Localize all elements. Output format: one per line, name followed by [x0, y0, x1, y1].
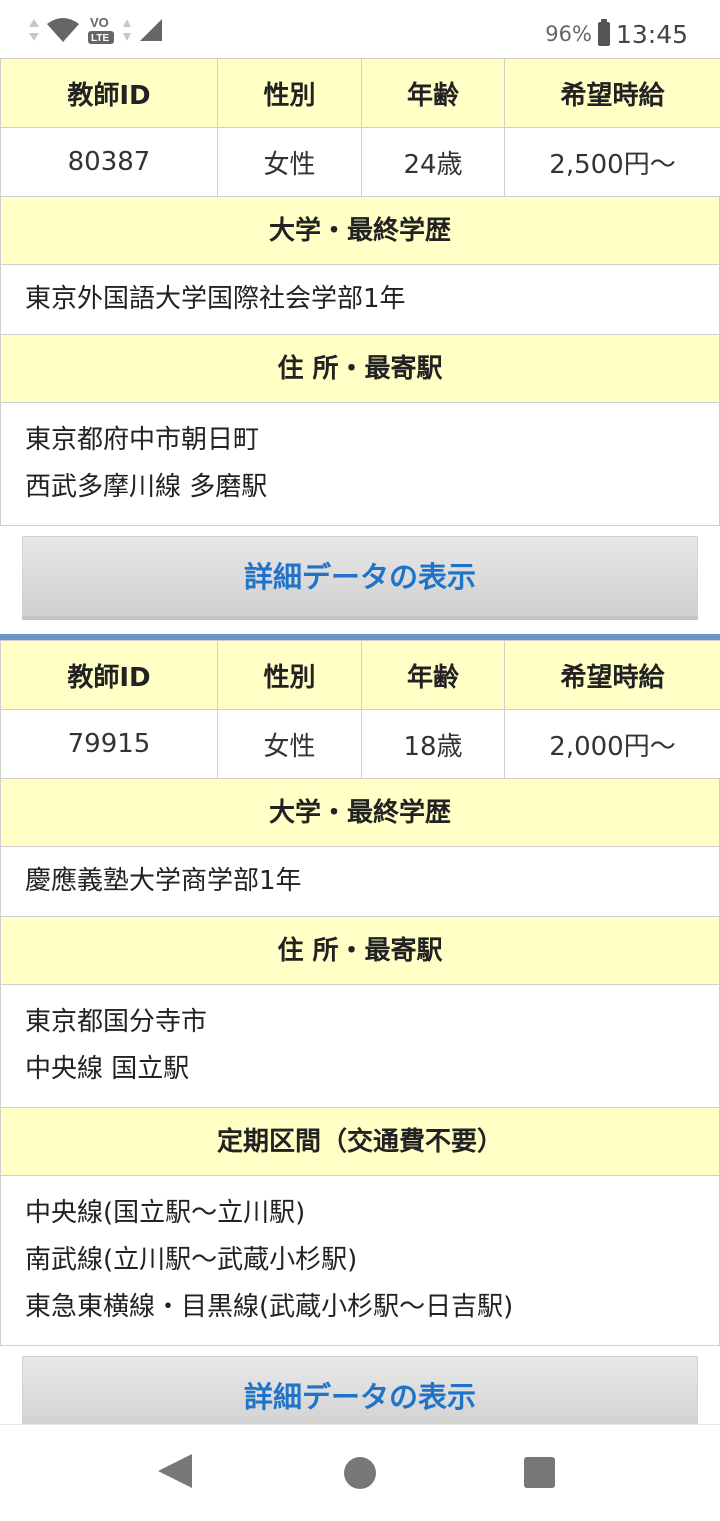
teacher-card: 教師ID 性別 年齢 希望時給 80387 女性 24歳 2,500円〜 大学・… — [0, 58, 720, 634]
teacher-gender: 女性 — [218, 710, 362, 779]
header-gender: 性別 — [218, 59, 362, 128]
commute-line: 中央線(国立駅〜立川駅) — [25, 1190, 695, 1237]
education-header: 大学・最終学歴 — [0, 197, 720, 265]
station-line: 中央線 国立駅 — [25, 1046, 695, 1093]
data-arrows-icon — [122, 17, 132, 43]
header-teacher-id: 教師ID — [1, 59, 218, 128]
teacher-card: 教師ID 性別 年齢 希望時給 79915 女性 18歳 2,000円〜 大学・… — [0, 640, 720, 1424]
status-icons-left: VO LTE — [28, 14, 164, 46]
header-age: 年齢 — [362, 641, 505, 710]
address-header: 住 所・最寄駅 — [0, 335, 720, 403]
commute-line: 東急東横線・目黒線(武蔵小杉駅〜日吉駅) — [25, 1284, 695, 1331]
commute-section: 中央線(国立駅〜立川駅) 南武線(立川駅〜武蔵小杉駅) 東急東横線・目黒線(武蔵… — [0, 1176, 720, 1346]
status-icons-right: 96% 13:45 — [545, 14, 688, 54]
education-header: 大学・最終学歴 — [0, 779, 720, 847]
station-line: 西武多摩川線 多磨駅 — [25, 464, 695, 511]
battery-percent: 96% — [545, 22, 592, 46]
teacher-summary-table: 教師ID 性別 年齢 希望時給 80387 女性 24歳 2,500円〜 — [0, 58, 720, 197]
address-header: 住 所・最寄駅 — [0, 917, 720, 985]
recents-icon[interactable] — [524, 1457, 555, 1488]
show-details-button[interactable]: 詳細データの表示 — [22, 1356, 698, 1424]
volte-bottom-text: LTE — [91, 33, 109, 44]
detail-button-wrap: 詳細データの表示 — [0, 526, 720, 634]
home-icon[interactable] — [344, 1457, 376, 1489]
teacher-id: 79915 — [1, 710, 218, 779]
teacher-age: 24歳 — [362, 128, 505, 197]
wifi-icon — [46, 16, 80, 44]
clock: 13:45 — [616, 20, 688, 49]
education-value: 東京外国語大学国際社会学部1年 — [0, 265, 720, 335]
navigation-bar — [0, 1424, 720, 1521]
status-bar: VO LTE 96% 13:45 — [0, 0, 720, 58]
header-wage: 希望時給 — [505, 59, 720, 128]
teacher-gender: 女性 — [218, 128, 362, 197]
teacher-list[interactable]: 教師ID 性別 年齢 希望時給 80387 女性 24歳 2,500円〜 大学・… — [0, 58, 720, 1424]
teacher-wage: 2,500円〜 — [505, 128, 720, 197]
header-age: 年齢 — [362, 59, 505, 128]
show-details-button[interactable]: 詳細データの表示 — [22, 536, 698, 620]
address-line: 東京都国分寺市 — [25, 999, 695, 1046]
teacher-age: 18歳 — [362, 710, 505, 779]
signal-icon — [138, 17, 164, 43]
address-section: 東京都国分寺市 中央線 国立駅 — [0, 985, 720, 1108]
teacher-summary-table: 教師ID 性別 年齢 希望時給 79915 女性 18歳 2,000円〜 — [0, 640, 720, 779]
commute-line: 南武線(立川駅〜武蔵小杉駅) — [25, 1237, 695, 1284]
header-wage: 希望時給 — [505, 641, 720, 710]
header-teacher-id: 教師ID — [1, 641, 218, 710]
address-line: 東京都府中市朝日町 — [25, 417, 695, 464]
teacher-wage: 2,000円〜 — [505, 710, 720, 779]
back-icon[interactable] — [158, 1454, 192, 1488]
address-section: 東京都府中市朝日町 西武多摩川線 多磨駅 — [0, 403, 720, 526]
commute-header: 定期区間（交通費不要） — [0, 1108, 720, 1176]
education-value: 慶應義塾大学商学部1年 — [0, 847, 720, 917]
teacher-id: 80387 — [1, 128, 218, 197]
battery-icon — [598, 22, 610, 46]
volte-icon: VO LTE — [86, 14, 116, 46]
data-arrows-icon — [28, 17, 40, 43]
header-gender: 性別 — [218, 641, 362, 710]
volte-top-text: VO — [90, 15, 109, 30]
detail-button-wrap: 詳細データの表示 — [0, 1346, 720, 1424]
